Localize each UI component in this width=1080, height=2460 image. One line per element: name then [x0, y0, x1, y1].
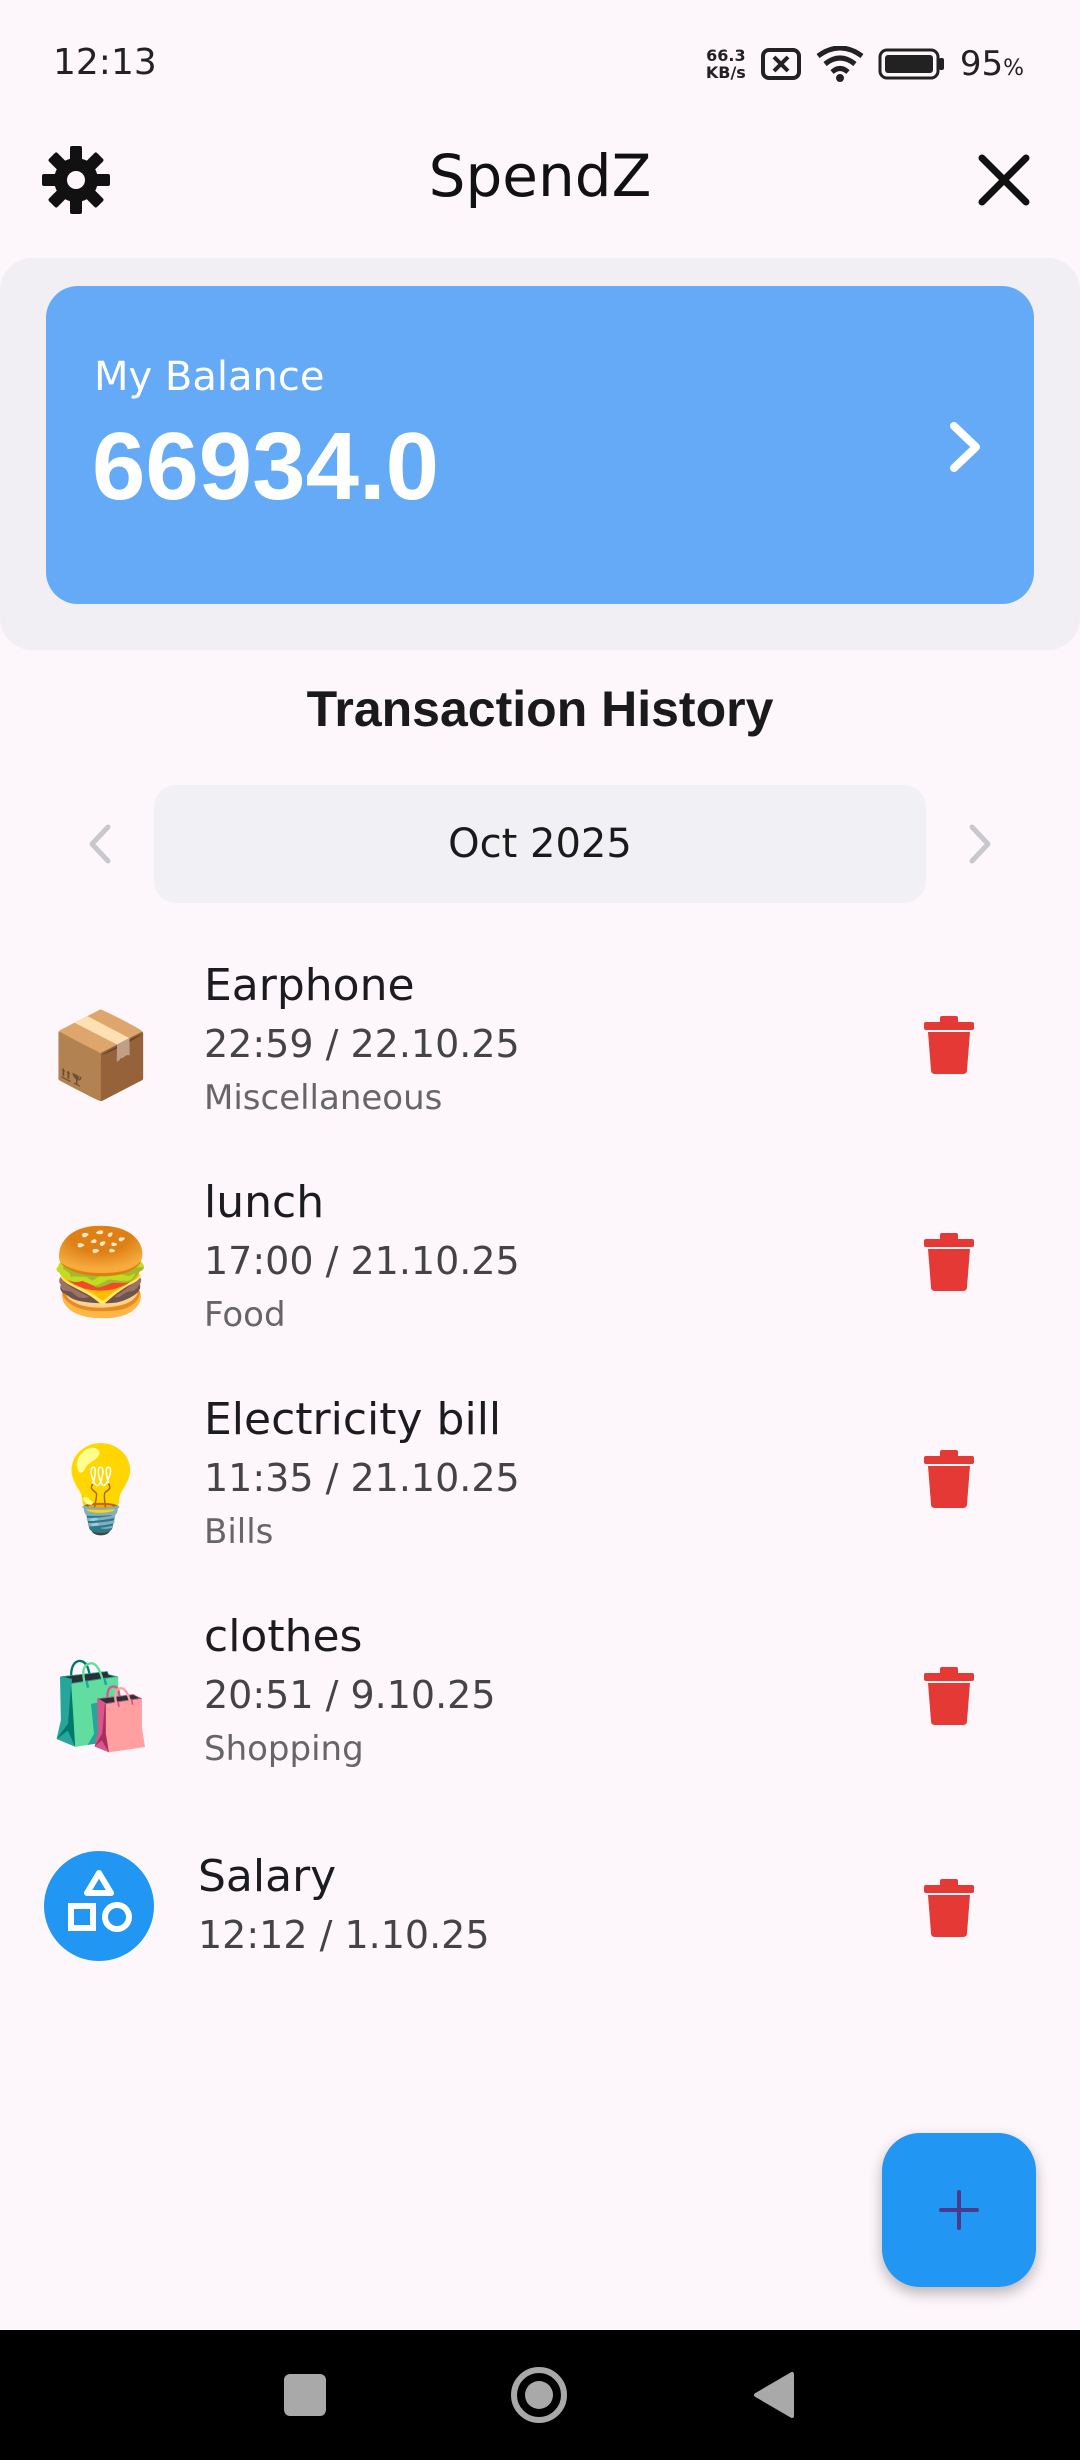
- network-speed-value: 66.3: [706, 46, 746, 65]
- transaction-title: Electricity bill: [204, 1394, 502, 1445]
- transaction-time: 22:59 / 22.10.25: [204, 1022, 520, 1066]
- delete-icon[interactable]: [922, 1233, 976, 1291]
- status-bar: 12:13 66.3 KB/s 95%: [0, 0, 1080, 130]
- balance-label: My Balance: [94, 354, 325, 400]
- transaction-category: Shopping: [204, 1729, 364, 1769]
- home-icon[interactable]: [510, 2366, 568, 2424]
- status-icons: 66.3 KB/s 95%: [706, 40, 1024, 88]
- chevron-right-icon[interactable]: [950, 813, 1010, 875]
- app-bar: SpendZ: [0, 130, 1080, 230]
- network-speed: 66.3 KB/s: [706, 47, 746, 81]
- transaction-category: Miscellaneous: [204, 1078, 443, 1118]
- transaction-title: clothes: [204, 1611, 363, 1662]
- transaction-item[interactable]: 💡 Electricity bill 11:35 / 21.10.25 Bill…: [0, 1394, 1080, 1604]
- sim-disabled-icon: [760, 48, 801, 80]
- network-speed-unit: KB/s: [705, 63, 746, 82]
- transaction-item[interactable]: 📦 Earphone 22:59 / 22.10.25 Miscellaneou…: [0, 960, 1080, 1170]
- close-button[interactable]: [968, 144, 1040, 216]
- transaction-item[interactable]: Salary 12:12 / 1.10.25: [0, 1851, 1080, 2061]
- delete-icon[interactable]: [922, 1450, 976, 1508]
- transaction-time: 12:12 / 1.10.25: [198, 1913, 490, 1957]
- delete-icon[interactable]: [922, 1879, 976, 1937]
- battery-percent-unit: %: [1003, 56, 1024, 81]
- transaction-title: lunch: [204, 1177, 325, 1228]
- transaction-item[interactable]: 🛍️ clothes 20:51 / 9.10.25 Shopping: [0, 1611, 1080, 1821]
- battery-percent: 95%: [960, 44, 1024, 84]
- burger-icon: 🍔: [48, 1222, 154, 1321]
- add-transaction-button[interactable]: [882, 2133, 1036, 2287]
- light-bulb-icon: 💡: [48, 1439, 154, 1538]
- package-icon: 📦: [48, 1005, 154, 1104]
- transaction-title: Earphone: [204, 960, 415, 1011]
- status-time: 12:13: [53, 42, 157, 83]
- chevron-right-icon[interactable]: [934, 412, 994, 482]
- balance-amount: 66934.0: [92, 413, 440, 520]
- transaction-history-title: Transaction History: [306, 681, 774, 737]
- transaction-time: 11:35 / 21.10.25: [204, 1456, 520, 1500]
- delete-icon[interactable]: [922, 1667, 976, 1725]
- transaction-category: Bills: [204, 1512, 274, 1552]
- chevron-left-icon[interactable]: [70, 813, 130, 875]
- transaction-time: 20:51 / 9.10.25: [204, 1673, 496, 1717]
- system-navigation-bar: [0, 2330, 1080, 2460]
- delete-icon[interactable]: [922, 1016, 976, 1074]
- battery-icon: [878, 48, 944, 80]
- app-title: SpendZ: [428, 142, 652, 210]
- balance-section: My Balance 66934.0: [0, 258, 1080, 650]
- shapes-icon: [44, 1851, 154, 1961]
- close-icon: [978, 154, 1030, 206]
- balance-card[interactable]: My Balance 66934.0: [46, 286, 1034, 604]
- transaction-time: 17:00 / 21.10.25: [204, 1239, 520, 1283]
- transaction-category: Food: [204, 1295, 286, 1335]
- transaction-title: Salary: [198, 1851, 337, 1902]
- wifi-icon: [816, 46, 864, 82]
- transaction-item[interactable]: 🍔 lunch 17:00 / 21.10.25 Food: [0, 1177, 1080, 1387]
- back-icon[interactable]: [752, 2370, 796, 2420]
- battery-percent-value: 95: [959, 44, 1004, 84]
- month-label[interactable]: Oct 2025: [154, 785, 926, 903]
- shopping-bags-icon: 🛍️: [48, 1656, 154, 1755]
- plus-icon: [939, 2190, 979, 2230]
- month-selector: Oct 2025: [0, 785, 1080, 903]
- recent-apps-icon[interactable]: [284, 2374, 326, 2416]
